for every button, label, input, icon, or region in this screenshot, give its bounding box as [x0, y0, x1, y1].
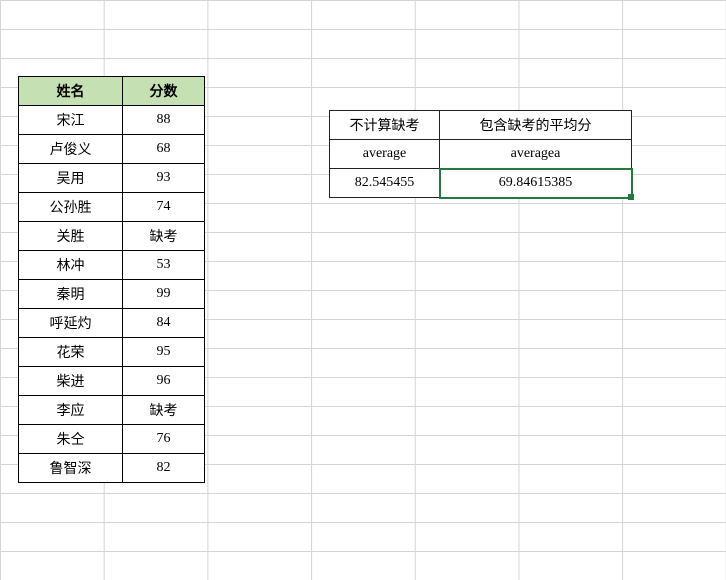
cell-name[interactable]: 秦明 [19, 280, 123, 309]
names-scores-table: 姓名 分数 宋江88卢俊义68吴用93公孙胜74关胜缺考林冲53秦明99呼延灼8… [18, 76, 205, 483]
cell-score[interactable]: 93 [123, 164, 205, 193]
table-row: 李应缺考 [19, 396, 205, 425]
cell-name[interactable]: 鲁智深 [19, 454, 123, 483]
header-name[interactable]: 姓名 [19, 77, 123, 106]
fill-handle[interactable] [628, 194, 634, 200]
table-row: 不计算缺考 包含缺考的平均分 [330, 111, 632, 140]
cell-score[interactable]: 53 [123, 251, 205, 280]
cell-name[interactable]: 柴进 [19, 367, 123, 396]
table-row: 吴用93 [19, 164, 205, 193]
table-row: 秦明99 [19, 280, 205, 309]
table-row: 卢俊义68 [19, 135, 205, 164]
cell-score[interactable]: 76 [123, 425, 205, 454]
value-average[interactable]: 82.545455 [330, 169, 440, 198]
cell-name[interactable]: 宋江 [19, 106, 123, 135]
table-row: 林冲53 [19, 251, 205, 280]
cell-score[interactable]: 68 [123, 135, 205, 164]
cell-score[interactable]: 95 [123, 338, 205, 367]
table-row: 鲁智深82 [19, 454, 205, 483]
cell-score[interactable]: 74 [123, 193, 205, 222]
table-row: 柴进96 [19, 367, 205, 396]
header-score[interactable]: 分数 [123, 77, 205, 106]
cell-score[interactable]: 82 [123, 454, 205, 483]
cell-name[interactable]: 关胜 [19, 222, 123, 251]
cell-name[interactable]: 卢俊义 [19, 135, 123, 164]
cell-name[interactable]: 公孙胜 [19, 193, 123, 222]
table-row: 朱仝76 [19, 425, 205, 454]
cell-score[interactable]: 84 [123, 309, 205, 338]
cell-score[interactable]: 96 [123, 367, 205, 396]
cell-name[interactable]: 林冲 [19, 251, 123, 280]
header-exclude-absent[interactable]: 不计算缺考 [330, 111, 440, 140]
table-row: 公孙胜74 [19, 193, 205, 222]
cell-name[interactable]: 花荣 [19, 338, 123, 367]
averages-table: 不计算缺考 包含缺考的平均分 average averagea 82.54545… [329, 110, 632, 198]
table-header-row: 姓名 分数 [19, 77, 205, 106]
cell-score[interactable]: 缺考 [123, 396, 205, 425]
table-row: average averagea [330, 140, 632, 169]
cell-score[interactable]: 99 [123, 280, 205, 309]
formula-averagea[interactable]: averagea [440, 140, 632, 169]
cell-name[interactable]: 朱仝 [19, 425, 123, 454]
selected-cell-value-averagea[interactable]: 69.84615385 [440, 169, 632, 198]
table-row: 关胜缺考 [19, 222, 205, 251]
formula-average[interactable]: average [330, 140, 440, 169]
table-row: 呼延灼84 [19, 309, 205, 338]
table-row: 花荣95 [19, 338, 205, 367]
header-include-absent[interactable]: 包含缺考的平均分 [440, 111, 632, 140]
table-row: 82.545455 69.84615385 [330, 169, 632, 198]
cell-name[interactable]: 李应 [19, 396, 123, 425]
table-row: 宋江88 [19, 106, 205, 135]
cell-score[interactable]: 88 [123, 106, 205, 135]
cell-name[interactable]: 吴用 [19, 164, 123, 193]
cell-score[interactable]: 缺考 [123, 222, 205, 251]
cell-name[interactable]: 呼延灼 [19, 309, 123, 338]
